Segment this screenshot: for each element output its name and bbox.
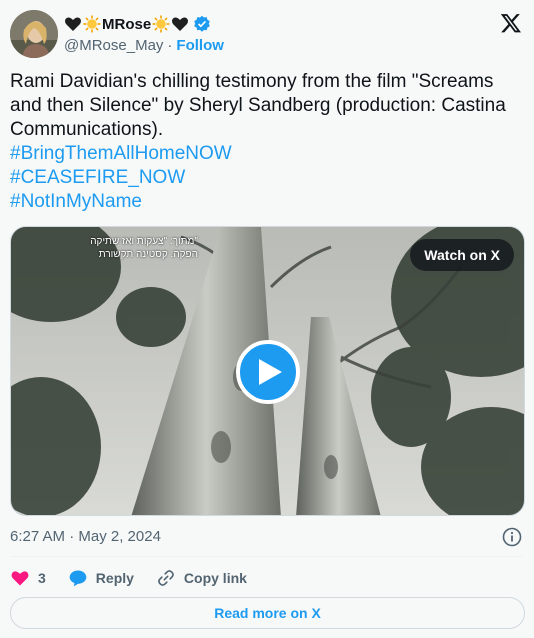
overlay-line: מתוך: "צעקות ואז שתיקה" (90, 236, 198, 247)
reply-button[interactable]: Reply (68, 568, 134, 588)
info-icon[interactable] (502, 527, 522, 547)
sun-icon (152, 15, 170, 33)
like-button[interactable]: 3 (10, 568, 46, 588)
copy-link-label: Copy link (183, 570, 247, 586)
divider (10, 556, 524, 557)
reply-icon (69, 570, 87, 587)
sun-icon (83, 15, 101, 33)
reply-label: Reply (95, 570, 134, 586)
hashtag-link[interactable]: #CEASEFIRE_NOW (10, 166, 525, 190)
avatar-photo (10, 10, 58, 58)
video-caption-overlay: מתוך: "צעקות ואז שתיקה" הפקה: קסטינה תקש… (23, 235, 198, 261)
play-icon (259, 359, 282, 385)
separator-dot: · (167, 37, 173, 54)
read-more-button[interactable]: Read more on X (10, 597, 525, 629)
verified-badge-icon (194, 15, 210, 32)
hashtag-link[interactable]: #NotInMyName (10, 190, 525, 214)
tweet-body: Rami Davidian's chilling testimony from … (10, 71, 506, 140)
hashtag-link[interactable]: #BringThemAllHomeNOW (10, 142, 525, 166)
tweet-timestamp[interactable]: 6:27 AM · May 2, 2024 (10, 528, 161, 545)
black-heart-icon (172, 17, 189, 31)
play-button[interactable] (236, 340, 300, 404)
video-player[interactable]: מתוך: "צעקות ואז שתיקה" הפקה: קסטינה תקש… (10, 226, 525, 516)
author-handle[interactable]: @MRose_May (64, 37, 163, 54)
overlay-line: הפקה: קסטינה תקשורת (98, 249, 198, 260)
author-name-row[interactable]: MRose (64, 13, 211, 35)
like-count: 3 (38, 570, 46, 586)
tweet-text: Rami Davidian's chilling testimony from … (10, 70, 525, 214)
x-logo-icon[interactable] (500, 12, 522, 34)
author-handle-row: @MRose_May · Follow (64, 37, 224, 54)
link-icon (158, 570, 174, 586)
heart-icon (11, 571, 29, 586)
black-heart-icon (65, 17, 81, 31)
tweet-actions: 3 Reply Copy link (10, 566, 269, 590)
watch-on-x-button[interactable]: Watch on X (410, 239, 514, 271)
tweet-embed-card: MRose @MRose_May · Follow Rami Davidian'… (0, 0, 534, 638)
display-name: MRose (102, 15, 152, 33)
follow-button[interactable]: Follow (176, 37, 224, 54)
copy-link-button[interactable]: Copy link (156, 568, 247, 588)
avatar[interactable] (10, 10, 58, 58)
